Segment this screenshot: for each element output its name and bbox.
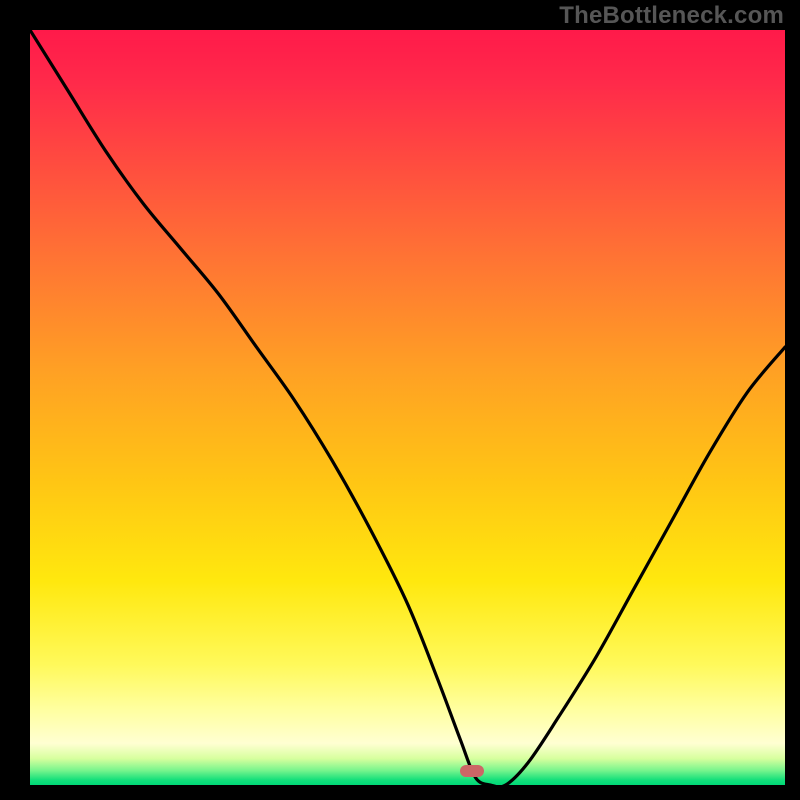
plot-area bbox=[30, 30, 785, 785]
watermark-text: TheBottleneck.com bbox=[559, 2, 784, 30]
bottleneck-curve bbox=[30, 30, 785, 785]
optimal-point-marker bbox=[460, 765, 484, 777]
chart-frame: TheBottleneck.com bbox=[0, 0, 800, 800]
